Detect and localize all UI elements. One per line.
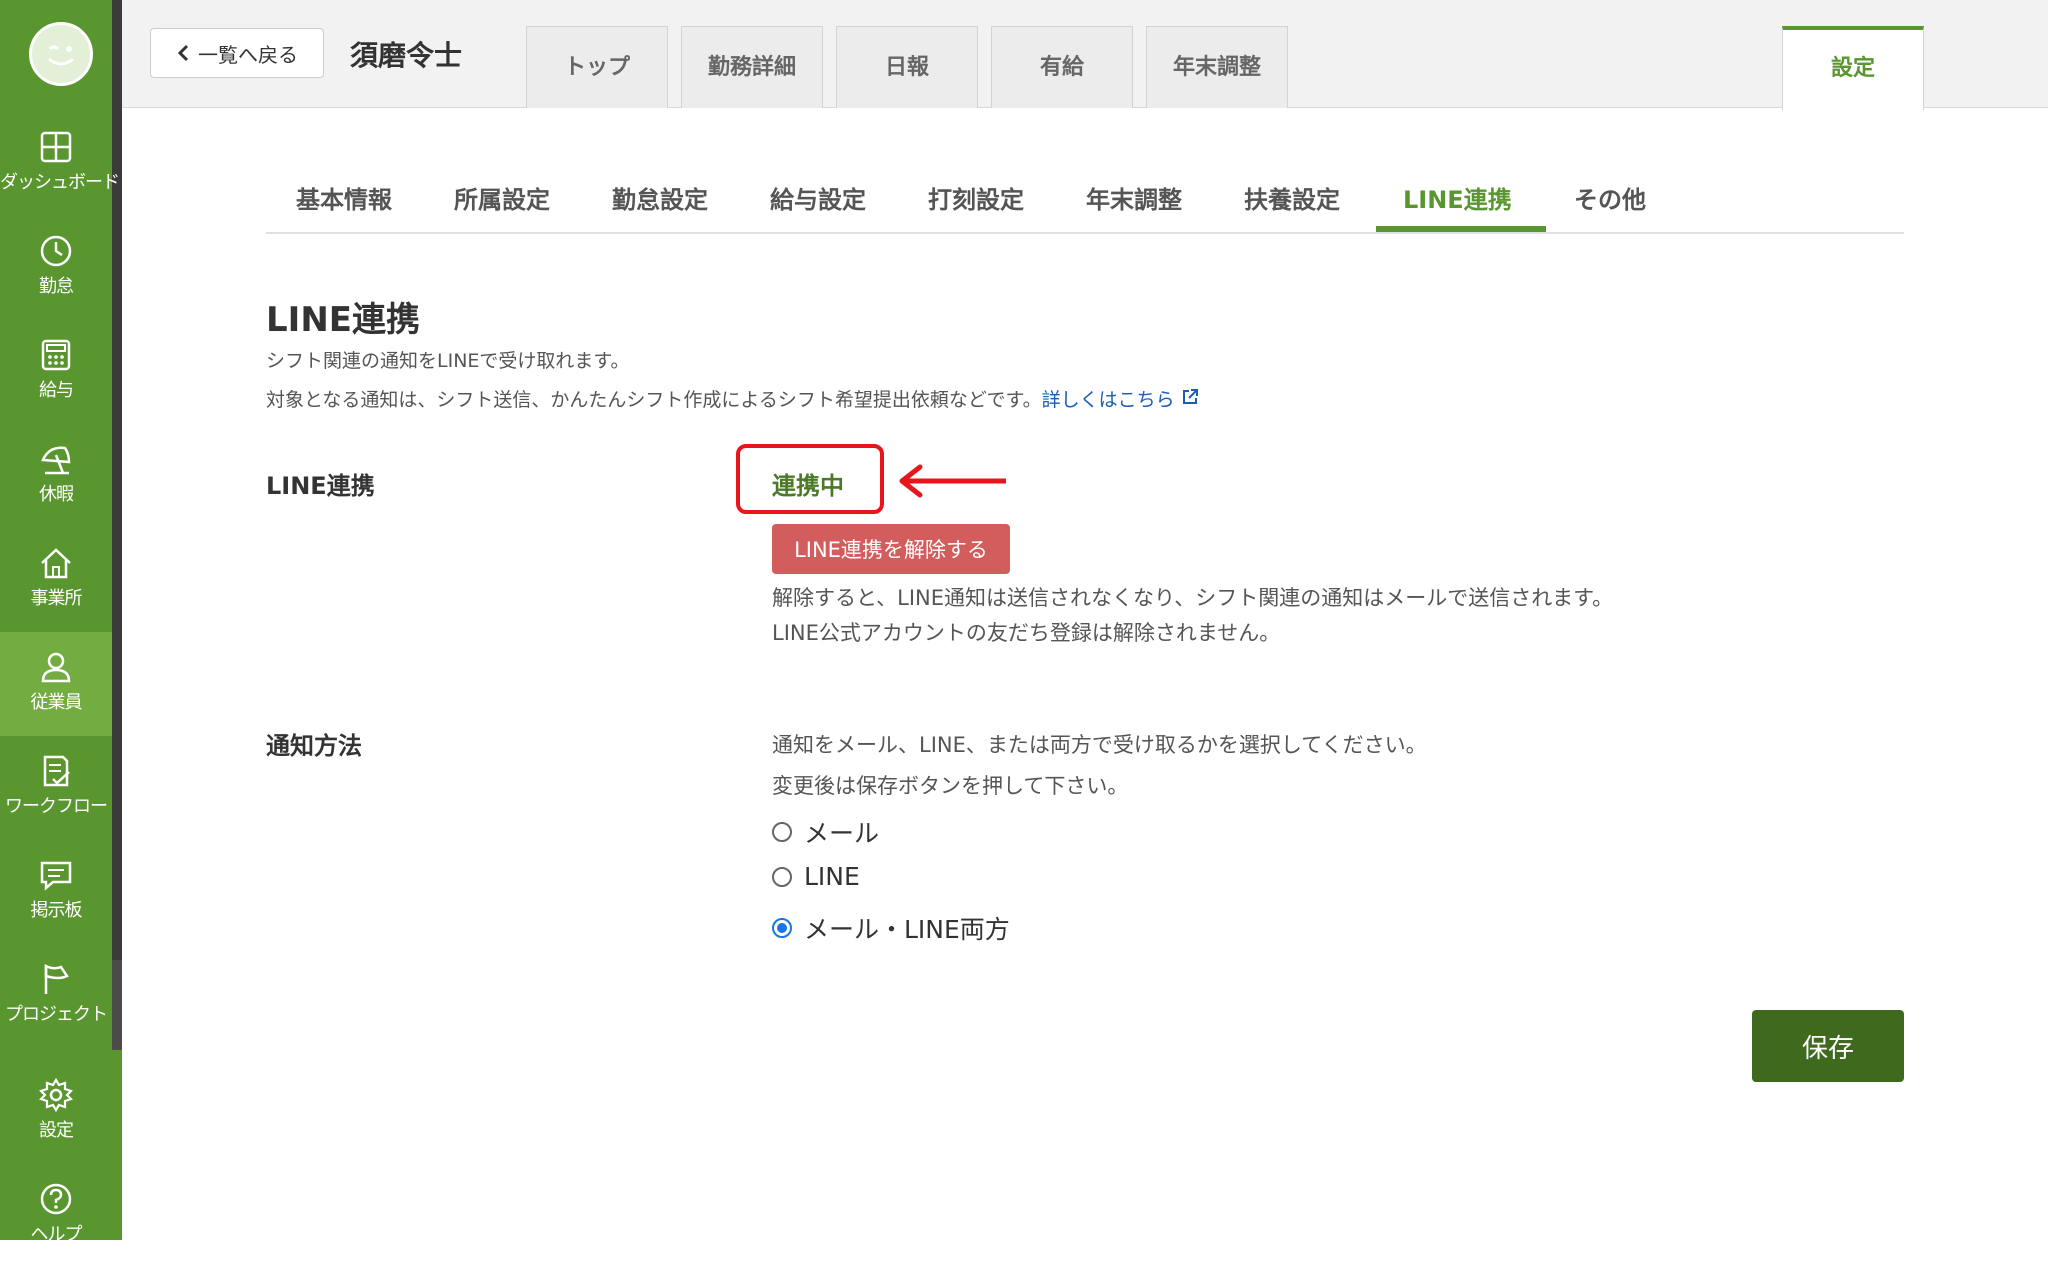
radio-email[interactable] [772, 822, 792, 842]
radio-label-line: LINE [804, 862, 860, 891]
tab-daily-report[interactable]: 日報 [836, 26, 978, 108]
sidebar-bottom: 設定 ヘルプ [0, 1050, 122, 1245]
notice-target-text: 対象となる通知は、シフト送信、かんたんシフト作成によるシフト希望提出依頼などです… [266, 389, 1042, 411]
clock-icon [40, 235, 72, 267]
sidebar-item-dashboard[interactable]: ダッシュボード [0, 112, 120, 216]
unlink-note: 解除すると、LINE通知は送信されなくなり、シフト関連の通知はメールで送信されま… [772, 586, 1614, 610]
radio-option-email[interactable]: メール [772, 814, 879, 850]
sidebar-item-label: 従業員 [30, 692, 83, 713]
save-button[interactable]: 保存 [1752, 1010, 1904, 1082]
sidebar-item-label: ヘルプ [30, 1224, 83, 1245]
calculator-icon [41, 339, 71, 371]
unlink-line-button[interactable]: LINE連携を解除する [772, 524, 1010, 574]
sidebar-item-office[interactable]: 事業所 [0, 528, 112, 632]
radio-both[interactable] [772, 918, 792, 938]
sidebar-item-label: 給与 [39, 380, 74, 401]
external-link-icon [1182, 389, 1198, 404]
chevron-left-icon [177, 44, 189, 62]
sidebar-item-project[interactable]: プロジェクト [0, 944, 112, 1048]
sidebar-item-label: ダッシュボード [0, 172, 120, 193]
back-button-label: 一覧へ戻る [198, 42, 298, 67]
radio-option-line[interactable]: LINE [772, 862, 860, 891]
page-description-2: 対象となる通知は、シフト送信、かんたんシフト作成によるシフト希望提出依頼などです… [266, 385, 1199, 412]
dashboard-icon [40, 131, 72, 163]
help-icon [40, 1183, 72, 1215]
sidebar-scrollbar-thumb[interactable] [112, 0, 122, 960]
sidebar-item-label: 事業所 [30, 588, 83, 609]
home-icon [41, 548, 71, 579]
subtab-affiliation[interactable]: 所属設定 [454, 180, 550, 215]
sidebar-item-leave[interactable]: 休暇 [0, 424, 112, 528]
smiley-logo-icon [48, 45, 74, 66]
employee-header: 一覧へ戻る 須磨令士 トップ 勤務詳細 日報 有給 年末調整 設定 [122, 0, 2048, 110]
app-logo[interactable] [29, 22, 93, 86]
radio-line[interactable] [772, 866, 792, 887]
flag-icon [44, 963, 69, 994]
details-link-label: 詳しくはこちら [1041, 389, 1175, 411]
sidebar-item-label: プロジェクト [5, 1004, 108, 1025]
link-status: 連携中 [772, 472, 844, 500]
beach-umbrella-icon [41, 446, 71, 475]
tab-year-end-adjustment[interactable]: 年末調整 [1146, 26, 1288, 108]
sidebar-item-bulletin[interactable]: 掲示板 [0, 840, 112, 944]
page-description: シフト関連の通知をLINEで受け取れます。 [266, 350, 630, 372]
notify-method-label: 通知方法 [266, 732, 362, 760]
sidebar-item-settings[interactable]: 設定 [0, 1060, 112, 1164]
page-title: LINE連携 [266, 300, 420, 340]
notify-description-2: 変更後は保存ボタンを押して下さい。 [772, 774, 1129, 798]
settings-subtabs: 基本情報 所属設定 勤怠設定 給与設定 打刻設定 年末調整 扶養設定 LINE連… [266, 156, 1904, 234]
subtab-other[interactable]: その他 [1574, 180, 1646, 215]
radio-label-both: メール・LINE両方 [804, 915, 1010, 944]
sidebar-item-employees[interactable]: 従業員 [0, 632, 112, 736]
sidebar-item-label: ワークフロー [5, 796, 108, 817]
back-to-list-button[interactable]: 一覧へ戻る [150, 28, 324, 78]
subtab-line[interactable]: LINE連携 [1403, 180, 1512, 215]
sidebar-item-payroll[interactable]: 給与 [0, 320, 112, 424]
subtab-attendance[interactable]: 勤怠設定 [612, 180, 708, 215]
sidebar: ダッシュボード 勤怠 給与 休暇 事業所 従業員 ワークフロー 掲示板 プロジェ… [0, 0, 122, 1245]
checklist-icon [43, 755, 70, 787]
sidebar-item-workflow[interactable]: ワークフロー [0, 736, 112, 840]
sidebar-item-attendance[interactable]: 勤怠 [0, 216, 112, 320]
unlink-note-2: LINE公式アカウントの友だち登録は解除されません。 [772, 621, 1281, 645]
details-link[interactable]: 詳しくはこちら [1042, 389, 1199, 411]
gear-icon [39, 1078, 73, 1112]
employee-name: 須磨令士 [350, 39, 463, 72]
subtab-payroll[interactable]: 給与設定 [770, 180, 866, 215]
line-link-label: LINE連携 [266, 472, 375, 500]
tab-paid-leave[interactable]: 有給 [991, 26, 1133, 108]
sidebar-item-label: 設定 [39, 1120, 74, 1141]
radio-label-email: メール [804, 819, 880, 848]
sidebar-item-label: 勤怠 [39, 276, 74, 297]
tab-settings[interactable]: 設定 [1782, 26, 1924, 110]
active-subtab-indicator [1376, 226, 1546, 232]
person-icon [41, 652, 71, 683]
red-arrow-icon [899, 464, 1006, 498]
tab-work-details[interactable]: 勤務詳細 [681, 26, 823, 108]
subtab-basic-info[interactable]: 基本情報 [296, 180, 392, 215]
subtab-dependents[interactable]: 扶養設定 [1244, 180, 1340, 215]
radio-option-both[interactable]: メール・LINE両方 [772, 910, 1010, 946]
sidebar-item-label: 掲示板 [30, 900, 83, 921]
notify-description: 通知をメール、LINE、または両方で受け取るかを選択してください。 [772, 733, 1427, 757]
subtab-year-end[interactable]: 年末調整 [1086, 180, 1182, 215]
sidebar-item-help[interactable]: ヘルプ [0, 1164, 112, 1268]
chat-icon [40, 861, 72, 891]
subtab-clock-in[interactable]: 打刻設定 [928, 180, 1024, 215]
tab-top[interactable]: トップ [526, 26, 668, 108]
sidebar-item-label: 休暇 [39, 484, 74, 505]
